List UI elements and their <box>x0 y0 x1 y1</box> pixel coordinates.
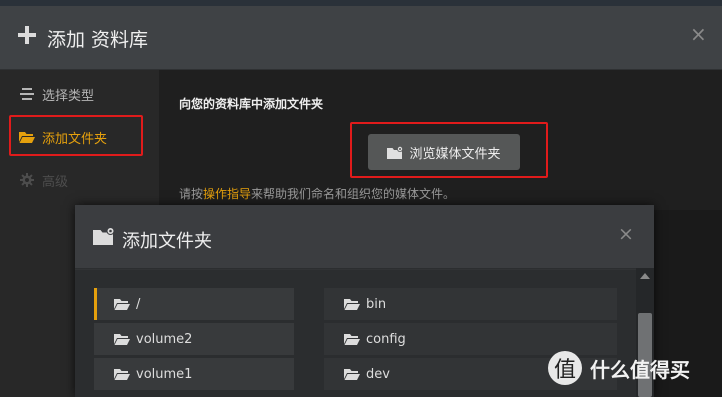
folder-item-root[interactable]: / <box>94 288 294 320</box>
highlight-box-browse <box>350 122 548 178</box>
guide-link[interactable]: 操作指导 <box>203 187 251 201</box>
modal-title: 添加 资料库 <box>47 29 149 51</box>
folder-name: bin <box>366 296 387 312</box>
folder-icon <box>114 333 130 345</box>
modal-header: 添加 资料库 × <box>0 6 722 70</box>
folder-name: dev <box>366 366 390 382</box>
help-prefix: 请按 <box>179 187 204 201</box>
folder-icon <box>344 298 360 310</box>
folder-item-volume2[interactable]: volume2 <box>94 323 294 355</box>
folder-item-bin[interactable]: bin <box>324 288 617 320</box>
sidebar-item-label: 高级 <box>42 174 69 190</box>
dialog-header: 添加文件夹 × <box>75 205 654 269</box>
add-folder-prompt: 向您的资料库中添加文件夹 <box>179 97 324 111</box>
highlight-box-sidebar <box>9 115 143 156</box>
scroll-up-arrow-icon[interactable] <box>640 273 650 279</box>
help-suffix: 来帮助我们命名和组织您的媒体文件。 <box>251 187 456 201</box>
help-text: 请按操作指导来帮助我们命名和组织您的媒体文件。 <box>179 185 455 202</box>
sidebar-item-select-type[interactable]: 选择类型 <box>0 76 159 112</box>
watermark: 值 什么值得买 <box>548 350 690 386</box>
close-icon[interactable]: × <box>618 225 634 244</box>
folder-name: volume2 <box>136 331 193 347</box>
folder-name: / <box>136 296 141 312</box>
sidebar-item-label: 选择类型 <box>42 88 95 104</box>
watermark-text: 什么值得买 <box>590 357 690 382</box>
gear-icon <box>19 173 35 187</box>
dialog-title: 添加文件夹 <box>122 231 212 252</box>
folder-icon <box>114 298 130 310</box>
list-icon <box>19 88 35 100</box>
watermark-logo: 值 <box>548 351 582 385</box>
folder-item-volume1[interactable]: volume1 <box>94 358 294 390</box>
sidebar-item-advanced[interactable]: 高级 <box>0 162 159 198</box>
plus-icon <box>18 26 36 44</box>
folder-name: volume1 <box>136 366 193 382</box>
folder-icon <box>344 368 360 380</box>
folder-icon <box>344 333 360 345</box>
folder-icon <box>114 368 130 380</box>
folder-add-icon <box>93 227 115 249</box>
close-icon[interactable]: × <box>690 24 707 44</box>
folder-name: config <box>366 331 406 347</box>
